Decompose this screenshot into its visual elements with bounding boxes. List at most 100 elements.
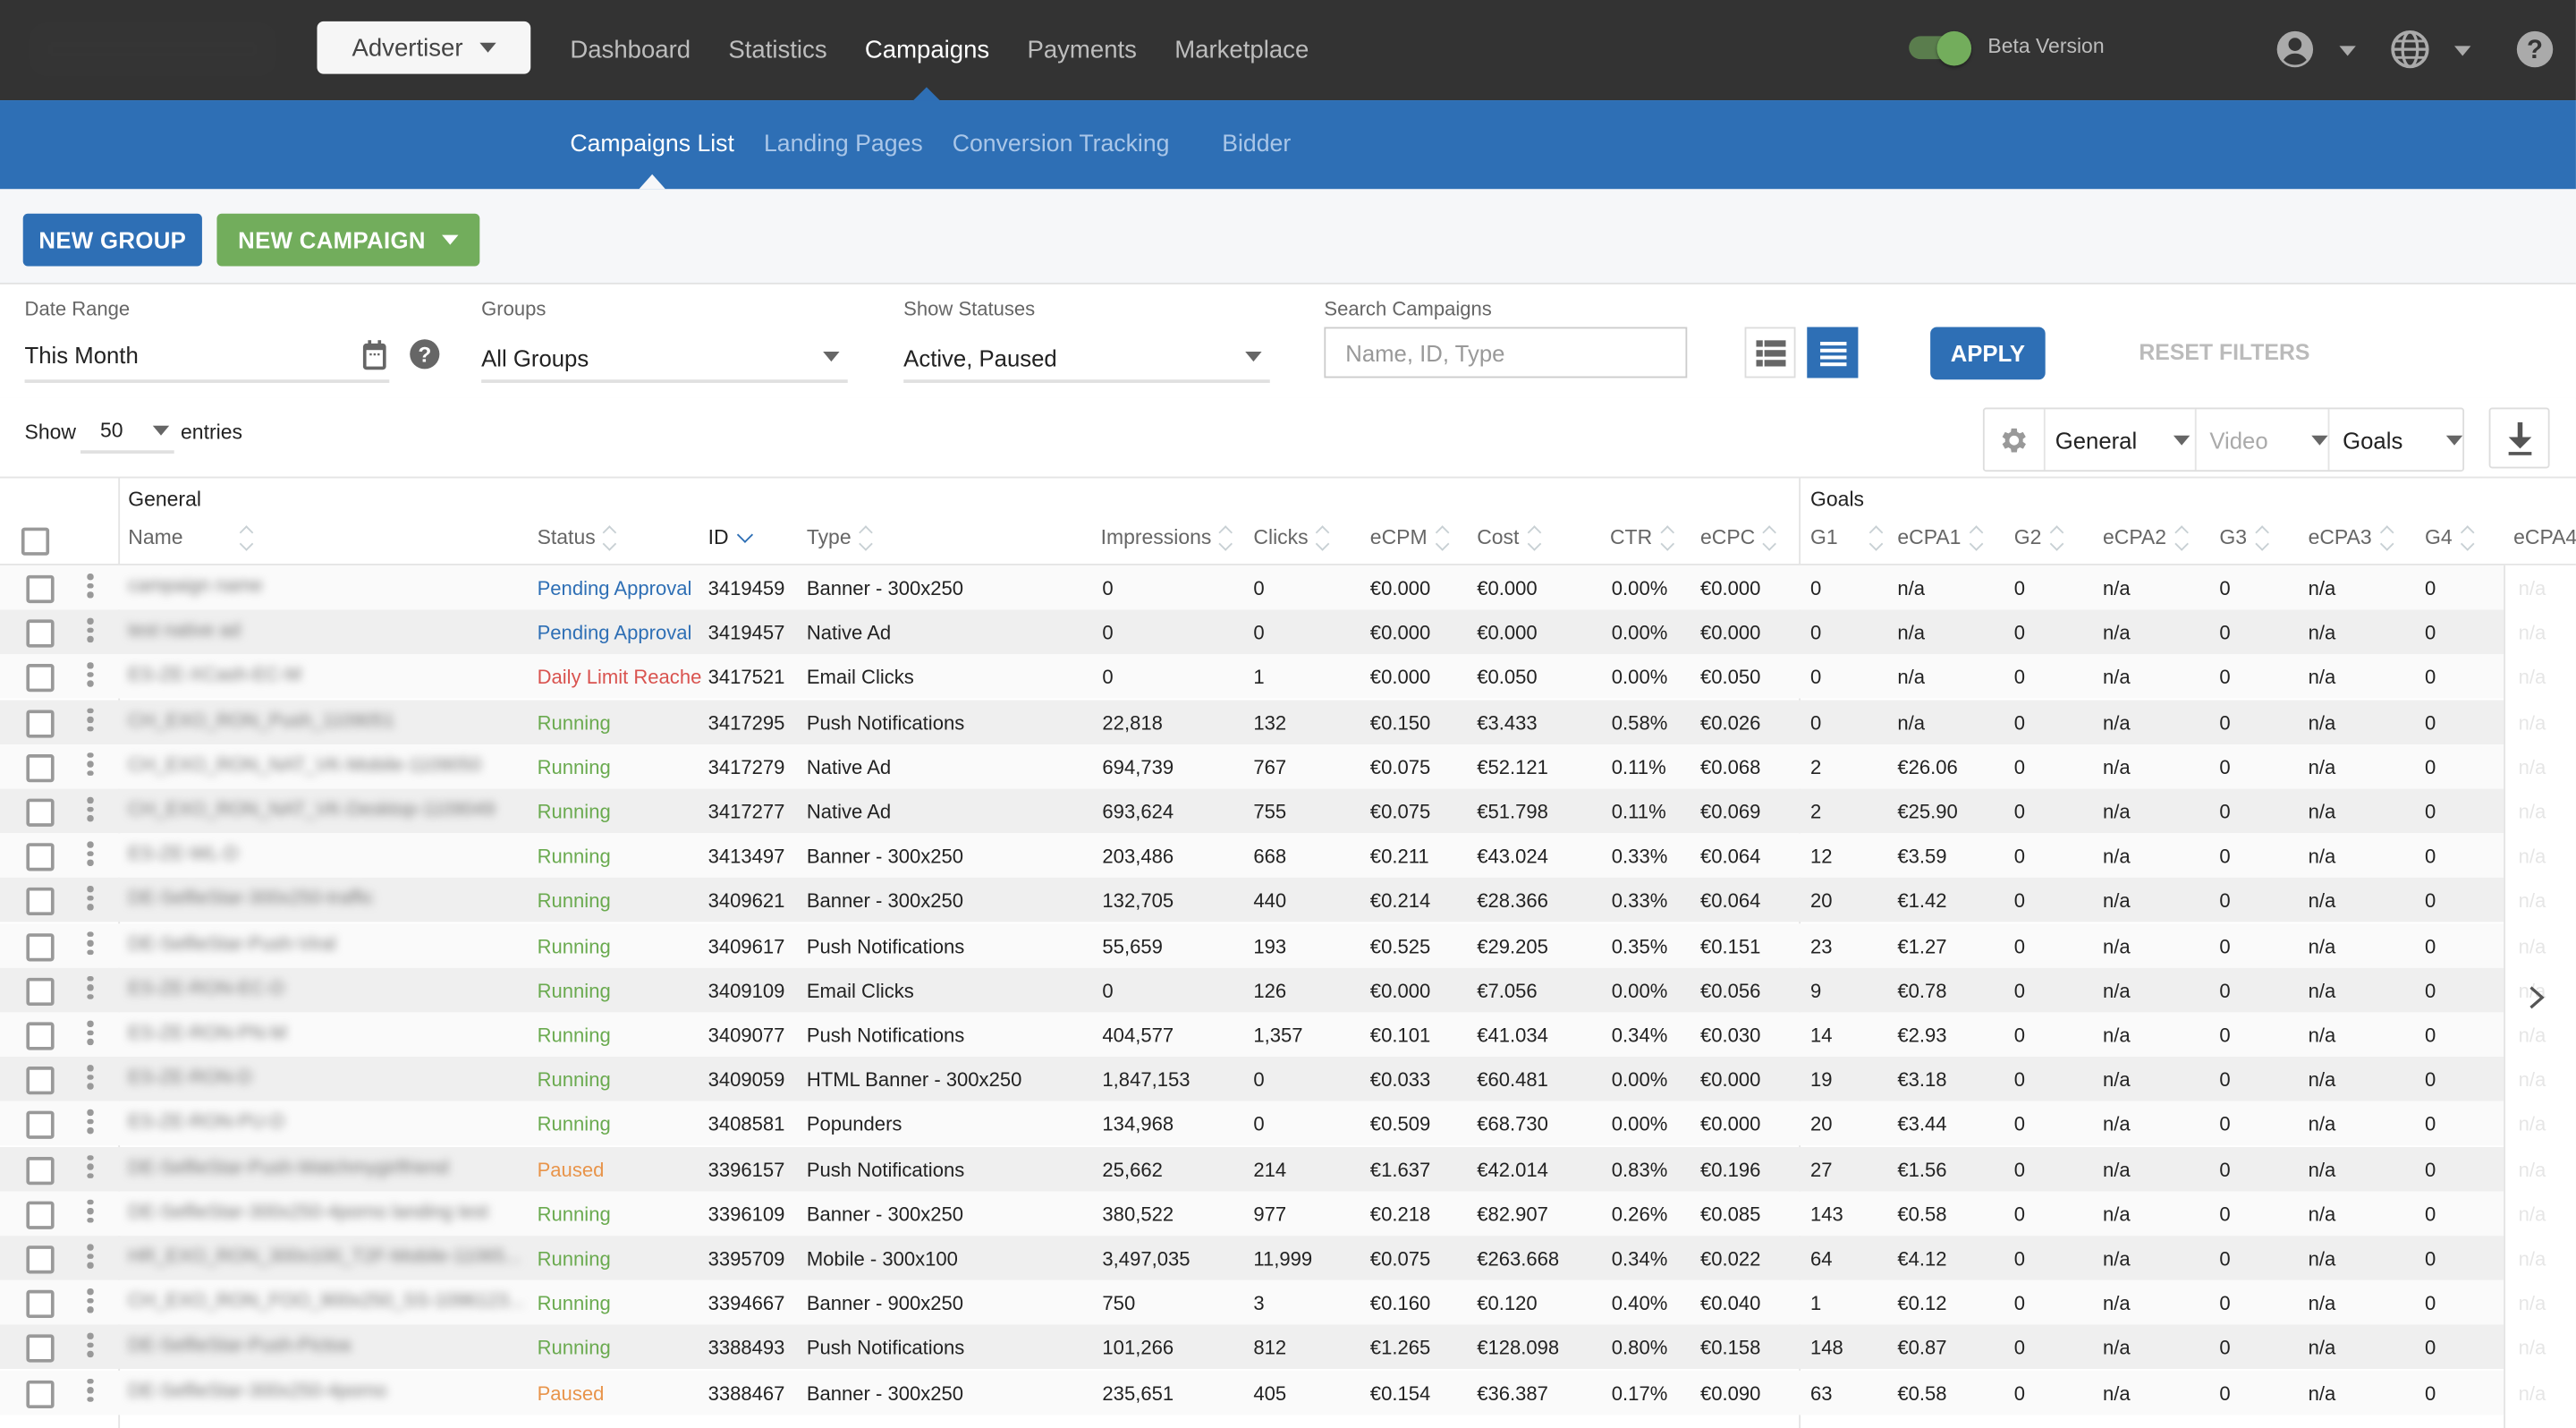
row-checkbox[interactable] <box>26 977 55 1006</box>
column-header-g1[interactable]: G1 <box>1810 524 1883 550</box>
grid-view-button[interactable] <box>1744 327 1796 378</box>
row-checkbox[interactable] <box>26 1201 55 1229</box>
search-input[interactable] <box>1324 327 1688 378</box>
campaign-name-link[interactable]: DE-SelfieStar-Push-Viral <box>128 934 335 954</box>
column-header-type[interactable]: Type <box>807 524 873 550</box>
row-actions-kebab-icon[interactable] <box>87 796 93 821</box>
date-range-value[interactable]: This Month <box>25 342 139 368</box>
nav-campaigns[interactable]: Campaigns <box>865 0 989 100</box>
table-row[interactable]: ES-ZE-RON-PN-M Running 3409077 Push Notific… <box>0 1012 2576 1057</box>
download-button[interactable] <box>2488 407 2550 469</box>
campaign-name-link[interactable]: ES-ZE-RON-D <box>128 1068 251 1088</box>
list-view-button[interactable] <box>1807 327 1859 378</box>
nav-payments[interactable]: Payments <box>1027 0 1137 100</box>
row-actions-kebab-icon[interactable] <box>87 886 93 911</box>
table-row[interactable]: CH_EXO_RON_FOO_900x250_SS-1096123... Runn… <box>0 1280 2576 1325</box>
tab-bidder[interactable]: Bidder <box>1222 100 1291 189</box>
row-checkbox[interactable] <box>26 574 55 604</box>
table-row[interactable]: DE-SelfieStar-300x250-traffic Running 3409… <box>0 878 2576 923</box>
row-checkbox[interactable] <box>26 753 55 782</box>
groups-select[interactable]: All Groups <box>481 345 589 371</box>
campaign-name-link[interactable]: HR_EXO_RON_300x100_T2F-Mobile-11065... <box>128 1247 521 1267</box>
logo[interactable] <box>30 22 276 76</box>
table-row[interactable]: CH_EXO_RON_NAT_VK-Desktop-1109049 Running… <box>0 788 2576 834</box>
row-checkbox[interactable] <box>26 1290 55 1319</box>
column-settings-button[interactable] <box>1985 409 2046 471</box>
column-header-clicks[interactable]: Clicks <box>1253 524 1330 550</box>
new-group-button[interactable]: NEW GROUP <box>22 213 202 267</box>
row-checkbox[interactable] <box>26 619 55 649</box>
row-actions-kebab-icon[interactable] <box>87 841 93 866</box>
nav-dashboard[interactable]: Dashboard <box>570 0 691 100</box>
row-actions-kebab-icon[interactable] <box>87 1020 93 1045</box>
column-header-ecpa2[interactable]: eCPA2 <box>2103 524 2189 550</box>
row-actions-kebab-icon[interactable] <box>87 975 93 1000</box>
row-checkbox[interactable] <box>26 664 55 693</box>
nav-statistics[interactable]: Statistics <box>728 0 826 100</box>
nav-marketplace[interactable]: Marketplace <box>1174 0 1309 100</box>
table-row[interactable]: DE-SelfieStar-Push-Pictoa Running 3388493 P… <box>0 1325 2576 1370</box>
campaign-name-link[interactable]: campaign name <box>128 577 262 597</box>
table-row[interactable]: CH_EXO_RON_NAT_VK-Mobile-1109050 Running 3… <box>0 744 2576 789</box>
column-header-ecpa3[interactable]: eCPA3 <box>2309 524 2394 550</box>
row-actions-kebab-icon[interactable] <box>87 931 93 956</box>
table-row[interactable]: HR_EXO_RON_300x100_T2F-Mobile-11065... Ru… <box>0 1236 2576 1280</box>
row-actions-kebab-icon[interactable] <box>87 1065 93 1090</box>
campaign-name-link[interactable]: CH_EXO_RON_FOO_900x250_SS-1096123... <box>128 1292 524 1312</box>
beta-toggle[interactable] <box>1906 30 1972 66</box>
campaign-name-link[interactable]: DE-SelfieStar-300x250-traffic <box>128 889 373 909</box>
scroll-right-arrow-icon[interactable] <box>2527 986 2546 1009</box>
table-row[interactable]: ES-ZE-RON-PU-D Running 3408581 Popunders 134… <box>0 1101 2576 1146</box>
table-row[interactable]: DE-SelfieStar-300x250-4porno Paused 338846… <box>0 1370 2576 1415</box>
campaign-name-link[interactable]: ES-ZE-RON-EC-D <box>128 979 284 999</box>
entries-per-page-select[interactable]: 50 <box>80 411 174 454</box>
table-row[interactable]: CH_EXO_RON_Push_1109051 Running 3417295 Pus… <box>0 699 2576 744</box>
row-checkbox[interactable] <box>26 1067 55 1095</box>
column-header-status[interactable]: Status <box>538 524 618 550</box>
row-actions-kebab-icon[interactable] <box>87 1333 93 1357</box>
globe-language-icon[interactable] <box>2390 30 2429 69</box>
row-checkbox[interactable] <box>26 1022 55 1050</box>
tab-landing-pages[interactable]: Landing Pages <box>764 100 923 189</box>
column-header-g2[interactable]: G2 <box>2014 524 2063 550</box>
column-set-general[interactable]: General <box>2046 409 2197 471</box>
apply-button[interactable]: APPLY <box>1930 327 2046 380</box>
column-header-g3[interactable]: G3 <box>2219 524 2269 550</box>
column-header-id[interactable]: ID <box>708 526 753 548</box>
campaign-name-link[interactable]: DE-SelfieStar-300x250-4porno <box>128 1381 386 1401</box>
tab-conversion-tracking[interactable]: Conversion Tracking <box>953 100 1170 189</box>
table-row[interactable]: DE-SelfieStar-300x250-4porno landing tes… <box>0 1191 2576 1236</box>
help-circle-icon[interactable]: ? <box>409 338 440 370</box>
user-account-icon[interactable] <box>2275 30 2315 69</box>
row-checkbox[interactable] <box>26 888 55 916</box>
row-checkbox[interactable] <box>26 798 55 827</box>
user-menu-caret-icon[interactable] <box>2339 46 2356 56</box>
row-actions-kebab-icon[interactable] <box>87 1378 93 1402</box>
row-actions-kebab-icon[interactable] <box>87 1288 93 1313</box>
row-actions-kebab-icon[interactable] <box>87 1109 93 1135</box>
column-set-video[interactable]: Video <box>2197 409 2330 471</box>
table-row[interactable]: test native ad Pending Approval 3419457 Nat… <box>0 609 2576 655</box>
column-header-ecpm[interactable]: eCPM <box>1370 524 1449 550</box>
column-header-impressions[interactable]: Impressions <box>1101 524 1233 550</box>
column-header-ecpa1[interactable]: eCPA1 <box>1897 524 1983 550</box>
table-row[interactable]: ES-ZE-XCash-EC-M Daily Limit Reache 341752… <box>0 654 2576 700</box>
row-checkbox[interactable] <box>26 709 55 737</box>
row-checkbox[interactable] <box>26 1380 55 1408</box>
column-header-cost[interactable]: Cost <box>1477 524 1541 550</box>
campaign-name-link[interactable]: CH_EXO_RON_Push_1109051 <box>128 711 394 731</box>
row-actions-kebab-icon[interactable] <box>87 617 93 642</box>
row-checkbox[interactable] <box>26 932 55 961</box>
row-actions-kebab-icon[interactable] <box>87 574 93 598</box>
reset-filters-button[interactable]: RESET FILTERS <box>2139 340 2309 365</box>
campaign-name-link[interactable]: ES-ZE-RON-PN-M <box>128 1024 286 1043</box>
row-checkbox[interactable] <box>26 1111 55 1140</box>
language-menu-caret-icon[interactable] <box>2454 46 2471 56</box>
column-header-ctr[interactable]: CTR <box>1610 524 1674 550</box>
campaign-name-link[interactable]: DE-SelfieStar-Push-Pictoa <box>128 1337 351 1356</box>
table-row[interactable]: campaign name Pending Approval 3419459 Bann… <box>0 565 2576 610</box>
column-set-goals[interactable]: Goals <box>2329 409 2462 470</box>
row-actions-kebab-icon[interactable] <box>87 707 93 732</box>
campaign-name-link[interactable]: ES-ZE-XCash-EC-M <box>128 667 301 686</box>
table-row[interactable]: DE-SelfieStar-Push-Watchmygirlfriend Paus… <box>0 1146 2576 1191</box>
